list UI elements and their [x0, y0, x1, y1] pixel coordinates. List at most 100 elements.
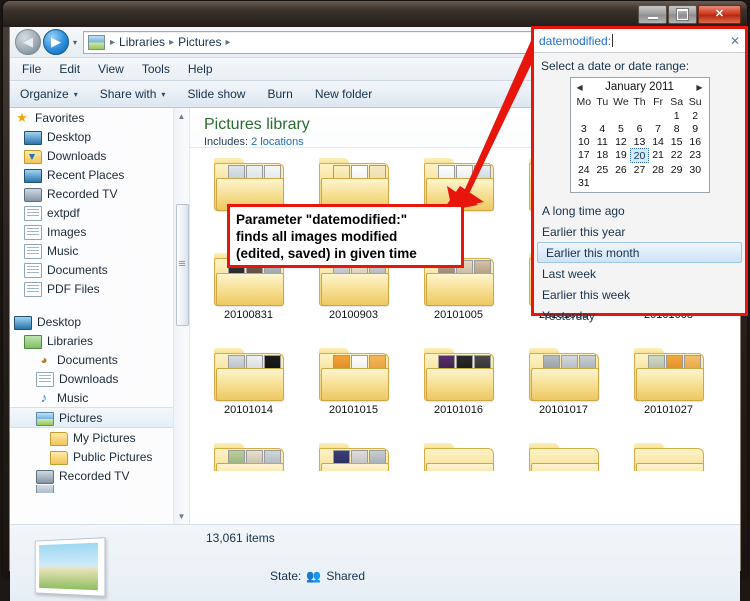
sidebar-item-music-fav[interactable]: Music: [10, 241, 189, 260]
sidebar-item-pictures-library[interactable]: Pictures: [10, 407, 189, 428]
folder-item[interactable]: [301, 441, 406, 471]
sidebar-item-label: Favorites: [35, 110, 85, 125]
scroll-up-icon[interactable]: ▲: [174, 108, 189, 124]
item-count: 13,061 items: [206, 531, 275, 545]
calendar-day[interactable]: 14: [649, 135, 668, 148]
sidebar-item-pdf-files[interactable]: PDF Files: [10, 279, 189, 298]
pictures-library-icon: [36, 411, 54, 426]
calendar-day[interactable]: 5: [612, 122, 631, 135]
calendar-weekday: Tu: [596, 96, 609, 108]
slide-show-button[interactable]: Slide show: [187, 87, 245, 101]
sidebar-item-downloads[interactable]: Downloads: [10, 146, 189, 165]
range-option-earlier-this-year[interactable]: Earlier this year: [534, 221, 745, 242]
sidebar-item-recorded-tv[interactable]: Recorded TV: [10, 184, 189, 203]
calendar-day[interactable]: 7: [649, 122, 668, 135]
calendar-day[interactable]: 28: [649, 163, 668, 176]
calendar-day[interactable]: 26: [612, 163, 631, 176]
organize-button[interactable]: Organize ▾: [20, 87, 78, 101]
calendar-day[interactable]: 16: [686, 135, 705, 148]
sidebar-item-music-library[interactable]: ♪ Music: [10, 388, 189, 407]
sidebar-item-recorded-tv-library[interactable]: Recorded TV: [10, 466, 189, 485]
calendar-day[interactable]: 24: [575, 163, 594, 176]
folder-item[interactable]: 20101016: [406, 346, 511, 441]
history-dropdown-icon[interactable]: ▾: [69, 38, 81, 47]
prev-month-icon[interactable]: ◀: [577, 83, 583, 92]
menu-file[interactable]: File: [22, 62, 41, 76]
sidebar-item-libraries[interactable]: Libraries: [10, 331, 189, 350]
sidebar-item-documents-library[interactable]: ◕ Documents: [10, 350, 189, 369]
breadcrumb-item-libraries[interactable]: Libraries: [117, 34, 167, 50]
calendar-day[interactable]: 17: [575, 148, 594, 163]
range-option-a-long-time-ago[interactable]: A long time ago: [534, 200, 745, 221]
sidebar-item-recent-places[interactable]: Recent Places: [10, 165, 189, 184]
folder-item[interactable]: [406, 441, 511, 471]
sidebar-item-partial[interactable]: [10, 485, 189, 493]
forward-button[interactable]: ▶: [43, 29, 69, 55]
burn-button[interactable]: Burn: [267, 87, 292, 101]
calendar-day[interactable]: 6: [630, 122, 649, 135]
menu-help[interactable]: Help: [188, 62, 213, 76]
sidebar-item-extpdf[interactable]: extpdf: [10, 203, 189, 222]
next-month-icon[interactable]: ▶: [696, 83, 702, 92]
calendar-day[interactable]: 30: [686, 163, 705, 176]
clear-search-icon[interactable]: ✕: [730, 34, 740, 48]
calendar-day[interactable]: 29: [667, 163, 686, 176]
calendar-day[interactable]: 27: [630, 163, 649, 176]
range-option-earlier-this-week[interactable]: Earlier this week: [534, 284, 745, 305]
calendar-day[interactable]: 9: [686, 122, 705, 135]
folder-item[interactable]: 20101014: [196, 346, 301, 441]
range-option-earlier-this-month[interactable]: Earlier this month: [537, 242, 742, 263]
sidebar-item-my-pictures[interactable]: My Pictures: [10, 428, 189, 447]
menu-view[interactable]: View: [98, 62, 124, 76]
calendar-day[interactable]: 1: [667, 109, 686, 122]
calendar-day[interactable]: 10: [575, 135, 594, 148]
menu-edit[interactable]: Edit: [59, 62, 80, 76]
calendar-day[interactable]: 21: [649, 148, 668, 163]
sidebar-item-desktop-root[interactable]: Desktop: [10, 312, 189, 331]
calendar-month-label[interactable]: January 2011: [605, 81, 674, 93]
calendar-day[interactable]: 8: [667, 122, 686, 135]
calendar-day[interactable]: 19: [612, 148, 631, 163]
menu-tools[interactable]: Tools: [142, 62, 170, 76]
calendar-day[interactable]: 18: [593, 148, 612, 163]
calendar-day[interactable]: 13: [630, 135, 649, 148]
folder-item[interactable]: 20101017: [511, 346, 616, 441]
breadcrumb-separator-2[interactable]: ▸: [223, 37, 232, 48]
folder-item[interactable]: [196, 441, 301, 471]
calendar-day[interactable]: 23: [686, 148, 705, 163]
folder-item[interactable]: 20101027: [616, 346, 721, 441]
calendar-day[interactable]: 3: [575, 122, 594, 135]
sidebar-item-documents-fav[interactable]: Documents: [10, 260, 189, 279]
locations-link[interactable]: 2 locations: [251, 136, 304, 148]
folder-item[interactable]: [511, 441, 616, 471]
sidebar-item-desktop[interactable]: Desktop: [10, 127, 189, 146]
nav-scrollbar[interactable]: ▲ ▼: [173, 108, 189, 524]
calendar-day[interactable]: 2: [686, 109, 705, 122]
calendar-day[interactable]: 4: [593, 122, 612, 135]
range-option-last-week[interactable]: Last week: [534, 263, 745, 284]
calendar-day[interactable]: 25: [593, 163, 612, 176]
breadcrumb-item-pictures[interactable]: Pictures: [176, 34, 223, 50]
calendar-day[interactable]: 31: [575, 176, 594, 189]
calendar-day[interactable]: 15: [667, 135, 686, 148]
sidebar-item-public-pictures[interactable]: Public Pictures: [10, 447, 189, 466]
range-option-yesterday[interactable]: Yesterday: [534, 305, 745, 326]
calendar-day[interactable]: 12: [612, 135, 631, 148]
calendar-day[interactable]: 11: [593, 135, 612, 148]
calendar-day[interactable]: 22: [667, 148, 686, 163]
back-button[interactable]: ◀: [15, 29, 41, 55]
maximize-button[interactable]: [668, 5, 697, 24]
close-button[interactable]: ✕: [698, 5, 741, 24]
scroll-down-icon[interactable]: ▼: [174, 508, 189, 524]
folder-item[interactable]: [616, 441, 721, 471]
sidebar-item-downloads-library[interactable]: Downloads: [10, 369, 189, 388]
folder-item[interactable]: 20101015: [301, 346, 406, 441]
search-input[interactable]: datemodified: ✕: [534, 29, 745, 53]
sidebar-item-images[interactable]: Images: [10, 222, 189, 241]
share-with-button[interactable]: Share with ▾: [100, 87, 166, 101]
sidebar-item-favorites[interactable]: ★ Favorites: [10, 108, 189, 127]
calendar-day-selected[interactable]: 20: [630, 148, 649, 163]
scrollbar-thumb[interactable]: [176, 204, 189, 326]
new-folder-button[interactable]: New folder: [315, 87, 372, 101]
minimize-button[interactable]: [638, 5, 667, 24]
